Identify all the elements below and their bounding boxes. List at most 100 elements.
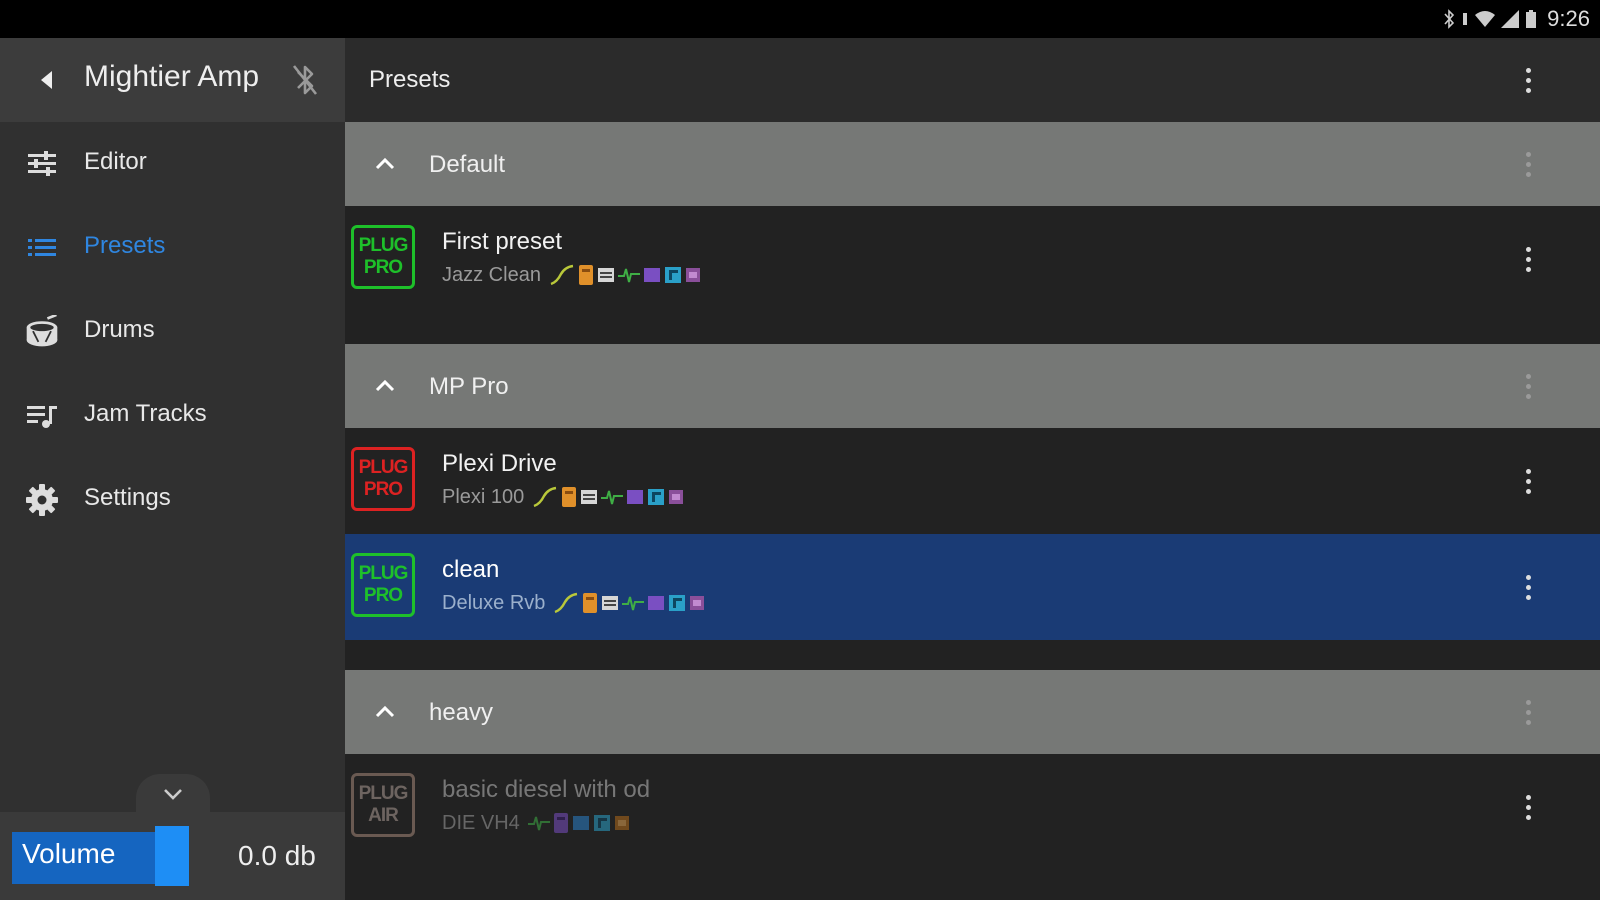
reverb-icon: [685, 268, 700, 282]
preset-row-selected[interactable]: PLUG PRO clean Deluxe Rvb: [345, 534, 1600, 640]
group-header-heavy[interactable]: heavy: [345, 670, 1600, 754]
plug-pro-badge: PLUG PRO: [351, 553, 415, 617]
chevron-up-icon: [375, 379, 395, 392]
badge-line: PLUG: [358, 235, 409, 256]
plug-air-badge: PLUG AIR: [351, 773, 415, 837]
badge-line: PRO: [363, 257, 403, 278]
collapse-volume-tab[interactable]: [136, 774, 210, 814]
volume-slider-handle[interactable]: [155, 826, 189, 886]
group-name: Default: [429, 151, 506, 178]
sidebar-item-drums[interactable]: Drums: [0, 290, 345, 374]
compressor-pedal-icon: [583, 593, 598, 613]
preset-details: Jazz Clean: [442, 262, 701, 288]
plug-pro-badge: PLUG PRO: [351, 225, 415, 289]
badge-line: PRO: [363, 479, 403, 500]
status-time: 9:26: [1547, 6, 1590, 31]
compressor-pedal-icon: [578, 265, 593, 285]
amp-icon: [602, 596, 619, 610]
group-menu-button[interactable]: [1513, 366, 1543, 406]
app-title: Mightier Amp: [84, 60, 260, 93]
signal-icon: [1501, 10, 1520, 28]
noise-gate-icon: [622, 596, 645, 611]
drawer-header: Mightier Amp: [0, 38, 345, 122]
sidebar-item-label: Presets: [84, 232, 166, 259]
back-button[interactable]: [28, 62, 64, 98]
plug-pro-badge: PLUG PRO: [351, 447, 415, 511]
effects-chain: [527, 812, 630, 834]
volume-label: Volume: [22, 838, 116, 869]
effects-chain: [532, 486, 684, 508]
delay-icon: [669, 595, 686, 611]
preset-amp: Jazz Clean: [442, 263, 541, 286]
preset-row[interactable]: PLUG AIR basic diesel with od DIE VH4: [345, 754, 1600, 860]
status-icons: 9:26: [1443, 6, 1590, 32]
sidebar-item-presets[interactable]: Presets: [0, 206, 345, 290]
delay-icon: [648, 489, 665, 505]
vibrate-icon: [1463, 13, 1468, 25]
sidebar-item-jam-tracks[interactable]: Jam Tracks: [0, 374, 345, 458]
drum-icon: [24, 314, 60, 350]
chevron-up-icon: [375, 157, 395, 170]
sidebar-item-label: Jam Tracks: [84, 400, 207, 427]
group-menu-button[interactable]: [1513, 692, 1543, 732]
list-icon: [24, 230, 60, 266]
group-menu-button[interactable]: [1513, 144, 1543, 184]
reverb-icon: [690, 596, 705, 610]
bluetooth-disabled-icon[interactable]: [290, 62, 320, 98]
noise-gate-icon: [617, 268, 640, 283]
back-triangle-icon: [41, 71, 52, 89]
badge-line: PRO: [363, 585, 403, 606]
overflow-menu-button[interactable]: [1513, 60, 1543, 100]
preset-details: Deluxe Rvb: [442, 590, 705, 616]
chevron-down-icon: [164, 789, 182, 800]
eq-curve-icon: [554, 592, 578, 614]
delay-icon: [664, 267, 681, 283]
status-bar: 9:26: [0, 0, 1600, 38]
volume-value: 0.0 db: [238, 840, 316, 871]
chevron-up-icon: [375, 705, 395, 718]
preset-name: basic diesel with od: [442, 776, 651, 803]
noise-gate-icon: [527, 816, 550, 831]
preset-name: Plexi Drive: [442, 450, 557, 477]
sidebar-item-settings[interactable]: Settings: [0, 458, 345, 542]
sidebar-item-label: Drums: [84, 316, 155, 343]
delay-icon: [593, 815, 610, 831]
preset-amp: Plexi 100: [442, 485, 525, 508]
badge-line: PLUG: [358, 783, 409, 804]
amp-icon: [581, 490, 598, 504]
group-name: MP Pro: [429, 373, 509, 400]
preset-menu-button[interactable]: [1513, 787, 1543, 827]
eq-curve-icon: [550, 264, 574, 286]
preset-row[interactable]: PLUG PRO Plexi Drive Plexi 100: [345, 428, 1600, 534]
amp-icon: [597, 268, 614, 282]
gear-icon: [24, 482, 60, 518]
group-header-mp-pro[interactable]: MP Pro: [345, 344, 1600, 428]
group-name: heavy: [429, 699, 494, 726]
preset-menu-button[interactable]: [1513, 239, 1543, 279]
sidebar-item-label: Editor: [84, 148, 147, 175]
group-header-default[interactable]: Default: [345, 122, 1600, 206]
preset-details: Plexi 100: [442, 484, 684, 510]
presets-panel: Presets Default PLUG PRO First preset Ja…: [345, 38, 1600, 900]
navigation-drawer: Mightier Amp Editor Presets Drums Jam Tr…: [0, 38, 345, 900]
preset-row[interactable]: PLUG PRO First preset Jazz Clean: [345, 206, 1600, 312]
badge-line: AIR: [368, 805, 399, 826]
modulation-icon: [648, 596, 665, 610]
preset-amp: DIE VH4: [442, 811, 520, 834]
reverb-icon: [669, 490, 684, 504]
bluetooth-status-icon: [1444, 9, 1455, 29]
preset-menu-button[interactable]: [1513, 461, 1543, 501]
modulation-pedal-icon: [553, 813, 568, 833]
preset-amp: Deluxe Rvb: [442, 591, 546, 614]
reverb-icon: [614, 816, 629, 830]
badge-line: PLUG: [358, 563, 409, 584]
sidebar-item-label: Settings: [84, 484, 171, 511]
preset-name: clean: [442, 556, 500, 583]
compressor-pedal-icon: [562, 487, 577, 507]
chorus-icon: [572, 816, 589, 830]
wifi-icon: [1475, 11, 1496, 27]
sidebar-item-editor[interactable]: Editor: [0, 122, 345, 206]
modulation-icon: [643, 268, 660, 282]
preset-menu-button[interactable]: [1513, 567, 1543, 607]
modulation-icon: [627, 490, 644, 504]
